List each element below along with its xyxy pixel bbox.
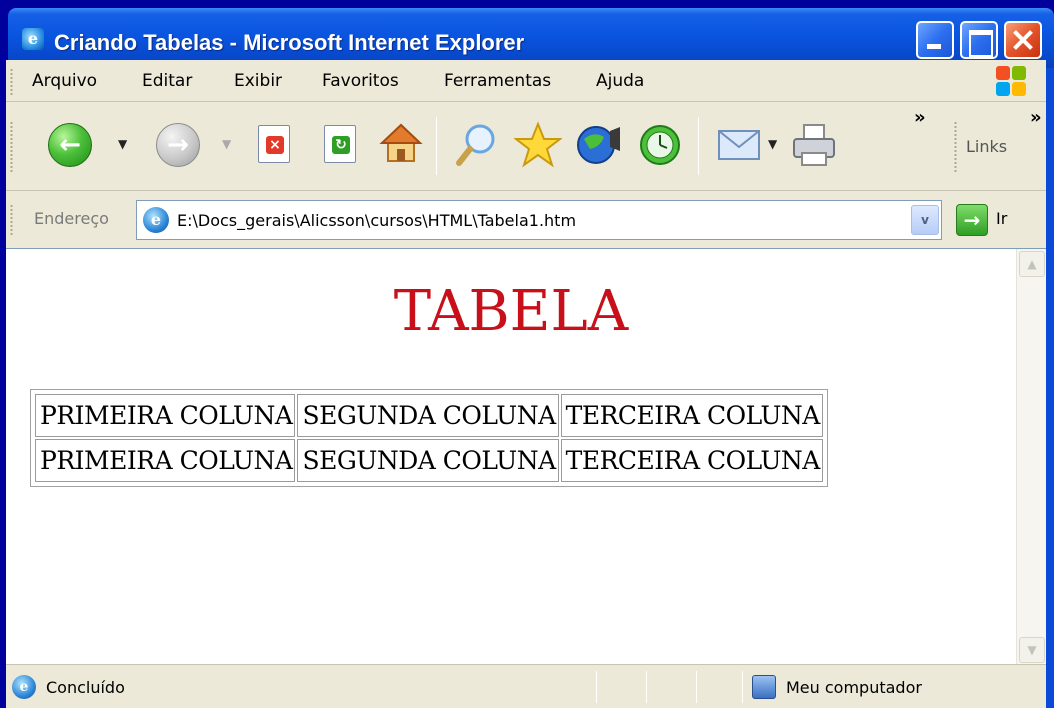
favorites-star-icon[interactable] <box>514 121 562 169</box>
title-bar[interactable]: e Criando Tabelas - Microsoft Internet E… <box>8 8 1054 68</box>
toolbar-grip-icon[interactable] <box>10 121 13 173</box>
mail-dropdown-icon[interactable]: ▼ <box>768 137 777 151</box>
security-zone: Meu computador <box>786 678 922 697</box>
stop-icon[interactable]: × <box>258 125 290 163</box>
table-cell: PRIMEIRA COLUNA <box>35 439 296 482</box>
toolbar-separator <box>698 117 699 175</box>
table-cell: PRIMEIRA COLUNA <box>35 394 296 437</box>
close-button[interactable] <box>1004 21 1042 59</box>
menu-editar[interactable]: Editar <box>142 71 192 91</box>
scroll-down-icon[interactable]: ▼ <box>1019 637 1045 663</box>
browser-chrome: Arquivo Editar Exibir Favoritos Ferramen… <box>6 60 1046 248</box>
mail-icon[interactable] <box>716 125 766 165</box>
media-icon[interactable] <box>574 121 624 169</box>
back-icon[interactable]: ← <box>48 123 92 167</box>
table-cell: SEGUNDA COLUNA <box>297 439 559 482</box>
back-dropdown-icon[interactable]: ▼ <box>118 137 127 151</box>
address-bar: Endereço e E:\Docs_gerais\Alicsson\curso… <box>6 192 1046 248</box>
address-dropdown-icon[interactable]: v <box>911 205 939 235</box>
links-grip-icon[interactable] <box>954 121 957 173</box>
menu-ferramentas[interactable]: Ferramentas <box>444 71 551 91</box>
computer-zone-icon <box>752 675 776 699</box>
menu-exibir[interactable]: Exibir <box>234 71 282 91</box>
scroll-up-icon[interactable]: ▲ <box>1019 251 1045 277</box>
menu-arquivo[interactable]: Arquivo <box>32 71 97 91</box>
refresh-icon[interactable]: ↻ <box>324 125 356 163</box>
table-row: PRIMEIRA COLUNA SEGUNDA COLUNA TERCEIRA … <box>35 394 823 437</box>
status-divider <box>742 671 743 703</box>
links-more-icon[interactable]: » <box>1030 107 1042 128</box>
toolbar-more-icon[interactable]: » <box>914 107 926 128</box>
home-icon[interactable] <box>378 121 424 167</box>
page-heading: TABELA <box>393 279 629 344</box>
forward-dropdown-icon: ▼ <box>222 137 232 151</box>
windows-logo-icon <box>996 66 1028 98</box>
addressbar-grip-icon[interactable] <box>10 204 13 236</box>
go-button-label[interactable]: Ir <box>996 209 1007 228</box>
menubar-grip-icon[interactable] <box>10 68 13 96</box>
history-icon[interactable] <box>636 121 684 169</box>
page-icon: e <box>143 207 169 233</box>
go-arrow-icon[interactable]: → <box>956 204 988 236</box>
table-cell: TERCEIRA COLUNA <box>560 394 823 437</box>
minimize-button[interactable] <box>916 21 954 59</box>
address-value[interactable]: E:\Docs_gerais\Alicsson\cursos\HTML\Tabe… <box>177 211 576 230</box>
forward-icon[interactable]: → <box>156 123 200 167</box>
print-icon[interactable] <box>790 121 840 169</box>
page-content: TABELA PRIMEIRA COLUNA SEGUNDA COLUNA TE… <box>6 248 1046 665</box>
toolbar-separator <box>436 117 437 175</box>
links-label[interactable]: Links <box>966 137 1007 156</box>
status-divider <box>696 671 697 703</box>
address-input[interactable]: e E:\Docs_gerais\Alicsson\cursos\HTML\Ta… <box>136 200 942 240</box>
menu-ajuda[interactable]: Ajuda <box>596 71 644 91</box>
menu-bar: Arquivo Editar Exibir Favoritos Ferramen… <box>6 60 1046 102</box>
maximize-button[interactable] <box>960 21 998 59</box>
page-status-icon: e <box>12 675 36 699</box>
search-icon[interactable] <box>454 121 500 169</box>
address-label: Endereço <box>34 209 109 228</box>
data-table: PRIMEIRA COLUNA SEGUNDA COLUNA TERCEIRA … <box>30 389 828 487</box>
ie-logo-icon: e <box>22 28 44 50</box>
status-text: Concluído <box>46 678 125 697</box>
table-cell: SEGUNDA COLUNA <box>297 394 559 437</box>
status-divider <box>596 671 597 703</box>
status-bar: e Concluído Meu computador <box>6 664 1046 708</box>
standard-toolbar: ← ▼ → ▼ × ↻ ▼ » Links » <box>6 103 1046 191</box>
vertical-scrollbar[interactable]: ▲ ▼ <box>1016 249 1046 665</box>
table-row: PRIMEIRA COLUNA SEGUNDA COLUNA TERCEIRA … <box>35 439 823 482</box>
table-cell: TERCEIRA COLUNA <box>560 439 823 482</box>
menu-favoritos[interactable]: Favoritos <box>322 71 399 91</box>
window-title: Criando Tabelas - Microsoft Internet Exp… <box>54 30 525 55</box>
status-divider <box>646 671 647 703</box>
